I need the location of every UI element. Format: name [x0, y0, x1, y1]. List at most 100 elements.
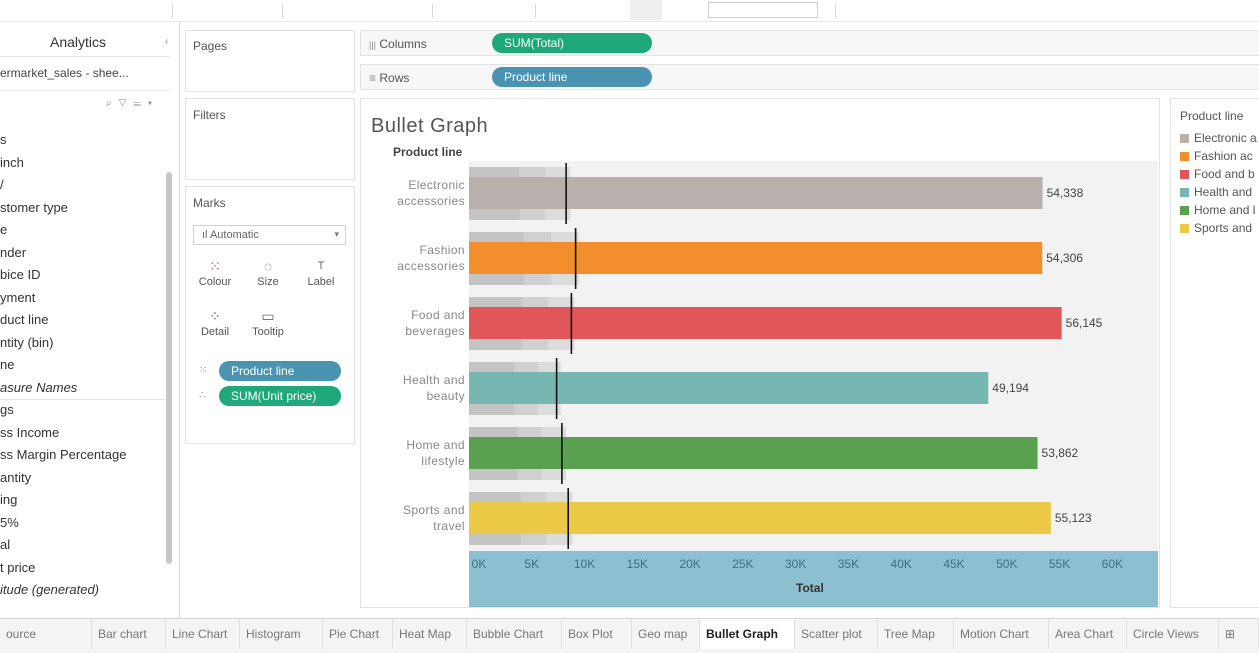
mark-type-dropdown[interactable]: ıl Automatic ▾: [193, 225, 346, 245]
bar[interactable]: [469, 372, 989, 404]
field-item[interactable]: ss Income: [0, 425, 59, 440]
legend-item[interactable]: Fashion ac: [1180, 149, 1253, 163]
sum-total-pill[interactable]: SUM(Total): [492, 33, 652, 53]
field-item[interactable]: e: [0, 222, 7, 237]
size-button[interactable]: ◌ Size: [246, 256, 290, 298]
category-label-line: Food and: [411, 308, 465, 322]
sheet-tab[interactable]: Bar chart: [92, 619, 166, 649]
x-tick-label: 45K: [943, 557, 964, 571]
legend-swatch: [1180, 224, 1189, 233]
legend-item[interactable]: Food and b: [1180, 167, 1255, 181]
bar[interactable]: [469, 177, 1043, 209]
toolbar-separator: [835, 4, 836, 18]
sheet-tab[interactable]: Line Chart: [166, 619, 240, 649]
sheet-tab-active[interactable]: Bullet Graph: [700, 619, 795, 649]
field-item[interactable]: ing: [0, 492, 17, 507]
detail-button[interactable]: ⁘ Detail: [193, 306, 237, 348]
tooltip-button[interactable]: ▭ Tooltip: [246, 306, 290, 348]
mark-type-icon: ıl: [202, 229, 208, 241]
sheet-tab[interactable]: ource: [0, 619, 92, 649]
field-item[interactable]: ntity (bin): [0, 335, 53, 350]
field-item[interactable]: s: [0, 132, 7, 147]
colour-label: Colour: [198, 276, 232, 288]
bar[interactable]: [469, 242, 1043, 274]
field-item[interactable]: duct line: [0, 312, 48, 327]
legend-item[interactable]: Health and: [1180, 185, 1252, 199]
legend-item[interactable]: Home and l: [1180, 203, 1255, 217]
toolbar-separator: [282, 4, 283, 18]
sheet-tab[interactable]: Scatter plot: [795, 619, 878, 649]
legend-swatch: [1180, 170, 1189, 179]
field-item[interactable]: t price: [0, 560, 35, 575]
field-item[interactable]: ss Margin Percentage: [0, 447, 126, 462]
data-pane: Analytics ‹ ermarket_sales - shee... ⌕ ▽…: [0, 22, 180, 618]
toolbar-fit-dropdown[interactable]: [708, 2, 818, 18]
sheet-tab[interactable]: Area Chart: [1049, 619, 1127, 649]
product-line-colour-pill[interactable]: Product line: [219, 361, 341, 381]
field-item[interactable]: itude (generated): [0, 582, 99, 597]
field-item[interactable]: 5%: [0, 515, 19, 530]
unit-price-detail-pill[interactable]: SUM(Unit price): [219, 386, 341, 406]
sheet-tab[interactable]: Motion Chart: [954, 619, 1049, 649]
sheet-tab[interactable]: Circle Views: [1127, 619, 1219, 649]
x-tick-label: 0K: [472, 557, 487, 571]
category-label: Home and lifestyle: [371, 437, 465, 469]
sheet-tab[interactable]: Pie Chart: [323, 619, 393, 649]
x-tick-label: 10K: [574, 557, 595, 571]
legend-label: Food and b: [1194, 167, 1255, 181]
detail-icon: ⁘: [209, 308, 221, 324]
filters-shelf[interactable]: Filters: [185, 98, 355, 180]
field-item[interactable]: stomer type: [0, 200, 68, 215]
field-item[interactable]: inch: [0, 155, 24, 170]
sheet-tab[interactable]: Geo map: [632, 619, 700, 649]
category-label-line: lifestyle: [421, 454, 465, 468]
divider: [0, 399, 170, 400]
legend-item[interactable]: Sports and: [1180, 221, 1252, 235]
bar[interactable]: [469, 307, 1062, 339]
collapse-pane-icon[interactable]: ‹: [165, 36, 168, 47]
chevron-down-icon: ▾: [334, 229, 339, 239]
category-label-line: beauty: [426, 389, 465, 403]
legend-item[interactable]: Electronic a: [1180, 131, 1257, 145]
field-item[interactable]: nder: [0, 245, 26, 260]
field-item[interactable]: bice ID: [0, 267, 40, 282]
bar[interactable]: [469, 502, 1051, 534]
view-title: Bullet Graph: [371, 115, 489, 137]
field-item[interactable]: gs: [0, 402, 14, 417]
toolbar: [0, 0, 1259, 22]
rows-label: Rows: [379, 71, 410, 85]
field-item[interactable]: yment: [0, 290, 35, 305]
x-tick-label: 30K: [785, 557, 806, 571]
analytics-tab[interactable]: Analytics: [50, 34, 106, 50]
bullet-chart: [469, 161, 1158, 551]
field-list-scrollbar[interactable]: [166, 172, 172, 564]
sheet-tab[interactable]: Heat Map: [393, 619, 467, 649]
legend-label: Health and: [1194, 185, 1253, 199]
field-item[interactable]: asure Names: [0, 380, 77, 395]
sheet-tab[interactable]: Box Plot: [562, 619, 632, 649]
sheet-tab[interactable]: ⊞: [1219, 619, 1259, 649]
bar-value-label: 55,123: [1054, 511, 1092, 525]
x-tick-label: 35K: [838, 557, 859, 571]
row-header-label: Product line: [393, 145, 463, 159]
bar[interactable]: [469, 437, 1038, 469]
columns-icon: |||: [369, 40, 377, 50]
bullet-graph-view: Bullet Graph Product line Electronic acce…: [360, 98, 1160, 608]
field-item[interactable]: antity: [0, 470, 31, 485]
sheet-tab[interactable]: Tree Map: [878, 619, 954, 649]
label-button[interactable]: T Label: [299, 256, 343, 298]
sheet-tab[interactable]: Bubble Chart: [467, 619, 562, 649]
field-item[interactable]: ne: [0, 357, 14, 372]
search-filter-icons[interactable]: ⌕ ▽ ☰ ▾: [106, 98, 154, 109]
x-axis-title: Total: [796, 581, 824, 595]
field-item[interactable]: /: [0, 177, 4, 192]
product-line-pill[interactable]: Product line: [492, 67, 652, 87]
category-label-line: beverages: [405, 324, 465, 338]
field-item[interactable]: al: [0, 537, 10, 552]
bar-value-label: 53,862: [1041, 446, 1079, 460]
toolbar-button[interactable]: [630, 0, 662, 20]
data-source-name[interactable]: ermarket_sales - shee...: [0, 66, 129, 80]
sheet-tab[interactable]: Histogram: [240, 619, 323, 649]
colour-button[interactable]: ⁙ Colour: [193, 256, 237, 298]
pages-shelf[interactable]: Pages: [185, 30, 355, 92]
